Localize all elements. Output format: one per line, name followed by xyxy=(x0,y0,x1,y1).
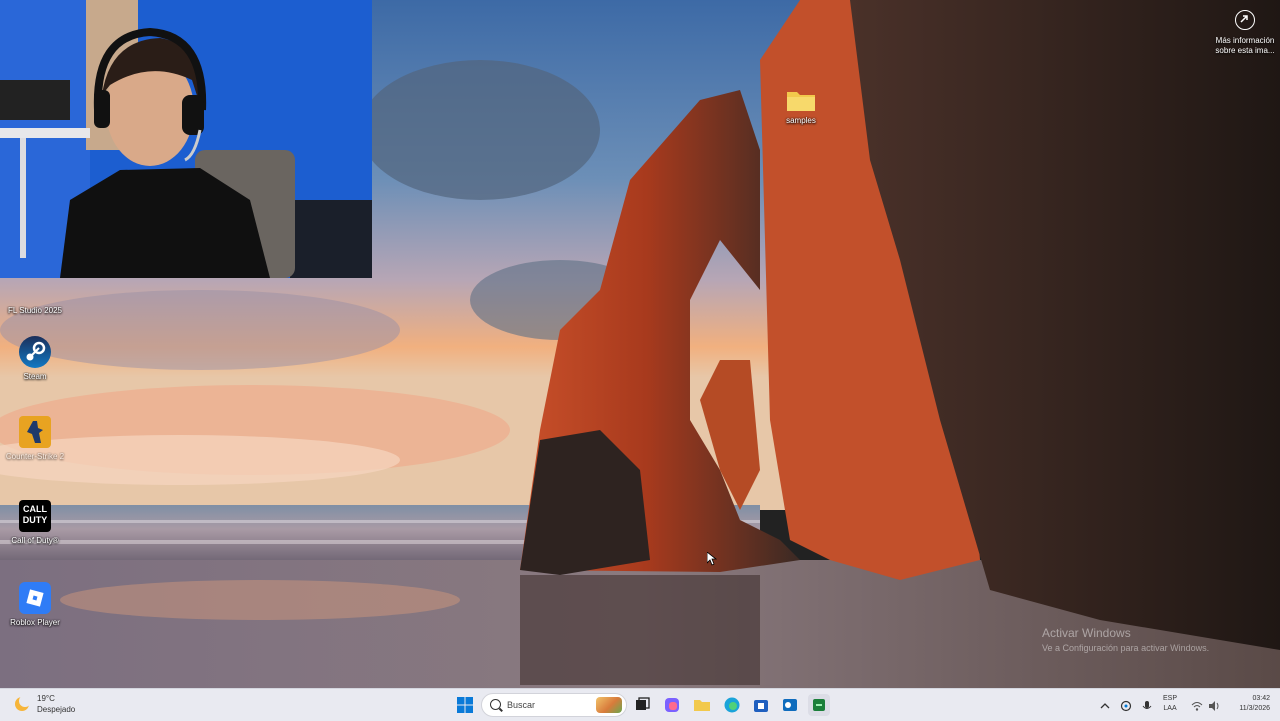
taskbar-clock[interactable]: 03:42 11/3/2026 xyxy=(1226,694,1270,714)
folder-icon xyxy=(786,88,816,112)
wifi-icon[interactable] xyxy=(1191,699,1203,711)
roblox-icon xyxy=(19,582,51,614)
chevron-up-icon[interactable] xyxy=(1099,699,1111,711)
terminal-icon xyxy=(813,699,825,711)
desktop-icon-samples-folder[interactable]: samples xyxy=(766,88,836,126)
taskbar-search[interactable]: Buscar xyxy=(481,693,627,717)
webcam-overlay xyxy=(0,0,372,278)
edge-button[interactable] xyxy=(721,694,743,716)
activation-watermark: Activar Windows Ve a Configuración para … xyxy=(1042,626,1210,653)
task-view-button[interactable] xyxy=(631,694,653,716)
task-view-icon xyxy=(636,697,650,710)
copilot-icon xyxy=(665,698,679,712)
search-icon xyxy=(490,699,501,710)
steam-icon xyxy=(19,336,51,368)
language-indicator[interactable]: ESP LAA xyxy=(1163,694,1177,714)
cloud-icon[interactable] xyxy=(1120,699,1132,712)
store-icon xyxy=(754,700,768,712)
microphone-icon[interactable] xyxy=(1141,699,1153,711)
search-highlight-icon xyxy=(596,697,622,713)
windows-icon xyxy=(457,697,473,713)
desktop-icon-counter-strike[interactable]: Counter-Strike 2 xyxy=(0,416,70,462)
desktop-icon-roblox[interactable]: Roblox Player xyxy=(0,582,70,628)
call-of-duty-icon: CALL DUTY xyxy=(19,500,51,532)
wallpaper-info-button[interactable]: Más información sobre esta ima... xyxy=(1212,10,1278,56)
copilot-button[interactable] xyxy=(661,694,683,716)
outlook-button[interactable] xyxy=(779,694,801,716)
desktop-icon-steam[interactable]: Steam xyxy=(0,336,70,382)
file-explorer-button[interactable] xyxy=(691,694,713,716)
folder-icon xyxy=(694,700,710,711)
outlook-icon xyxy=(783,699,797,711)
taskbar: 19°C Despejado Buscar ESP LAA 03:42 11/3… xyxy=(0,688,1280,721)
camera-icon xyxy=(1235,10,1255,30)
desktop-icon-call-of-duty[interactable]: CALL DUTY Call of Duty® xyxy=(0,500,70,546)
terminal-button[interactable] xyxy=(808,694,830,716)
fl-studio-icon xyxy=(19,270,51,302)
moon-icon xyxy=(14,695,31,712)
mouse-cursor-icon xyxy=(706,551,718,571)
weather-widget[interactable]: 19°C Despejado xyxy=(14,693,75,715)
volume-icon[interactable] xyxy=(1208,699,1220,711)
store-button[interactable] xyxy=(750,694,772,716)
desktop-icon-fl-studio[interactable]: FL Studio 2025 xyxy=(0,270,70,316)
start-button[interactable] xyxy=(454,694,476,716)
edge-icon xyxy=(724,697,740,713)
counter-strike-icon xyxy=(19,416,51,448)
